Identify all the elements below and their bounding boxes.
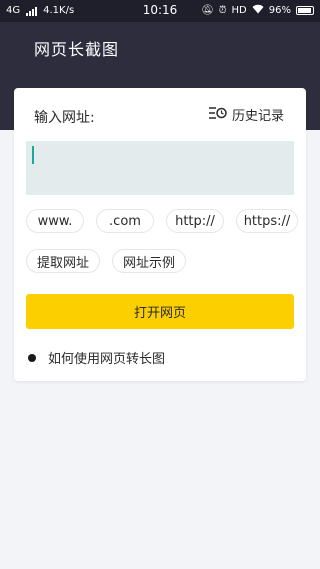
url-input[interactable]	[26, 141, 294, 195]
hd-label: HD	[231, 5, 247, 16]
url-example-button[interactable]: 网址示例	[112, 249, 186, 273]
extract-url-button[interactable]: 提取网址	[26, 249, 100, 273]
chip-www[interactable]: www.	[26, 209, 84, 233]
battery-percent: 96%	[268, 5, 291, 16]
chip-https[interactable]: https://	[236, 209, 298, 233]
url-card: 输入网址: 历史记录 www. .com http:// https:// 提取…	[14, 88, 306, 381]
url-input-label: 输入网址:	[34, 110, 95, 126]
chip-http[interactable]: http://	[166, 209, 224, 233]
chip-com[interactable]: .com	[96, 209, 154, 233]
bullet-dot-icon	[28, 353, 36, 362]
mute-icon: 🔕︎	[201, 5, 214, 16]
wifi-icon	[252, 4, 264, 17]
alarm-icon: ⏰︎	[218, 5, 227, 16]
howto-link[interactable]: 如何使用网页转长图	[28, 348, 165, 367]
status-bar: 4G 4.1K/s 10:16 🔕︎ ⏰︎ HD 96%	[0, 0, 320, 22]
page-title: 网页长截图	[34, 40, 120, 59]
battery-icon	[296, 6, 314, 15]
status-right: 🔕︎ ⏰︎ HD 96%	[201, 4, 314, 17]
howto-label: 如何使用网页转长图	[48, 352, 166, 367]
history-label: 历史记录	[231, 109, 284, 124]
history-button[interactable]: 历史记录	[208, 105, 284, 124]
text-caret	[32, 146, 34, 164]
history-icon	[208, 106, 227, 124]
open-page-button[interactable]: 打开网页	[26, 294, 294, 329]
